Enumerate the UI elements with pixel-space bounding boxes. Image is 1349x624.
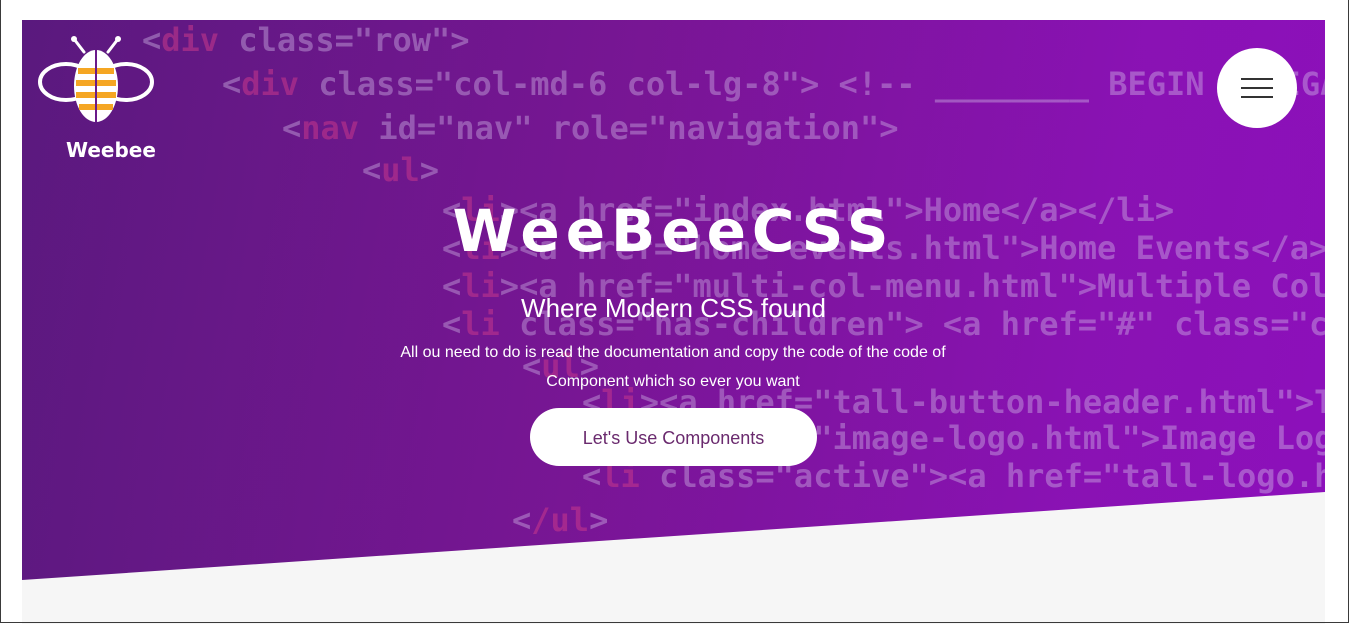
hero-subtitle: Where Modern CSS found: [521, 293, 826, 323]
use-components-button[interactable]: Let's Use Components: [530, 408, 817, 466]
hero-description: All ou need to do is read the documentat…: [400, 344, 946, 390]
hamburger-icon-line: [1241, 87, 1273, 89]
menu-button[interactable]: [1217, 48, 1297, 128]
weebee-logo[interactable]: Weebee: [36, 34, 156, 162]
hero-section: <div class="row"><div class="col-md-6 co…: [22, 20, 1325, 580]
page: <div class="row"><div class="col-md-6 co…: [22, 20, 1325, 624]
hamburger-icon-line: [1241, 96, 1273, 98]
hamburger-icon: [1241, 78, 1273, 80]
logo-text: Weebee: [66, 138, 156, 162]
hero-title: WeeBeeCSS: [452, 197, 895, 265]
bee-icon: [38, 36, 154, 122]
